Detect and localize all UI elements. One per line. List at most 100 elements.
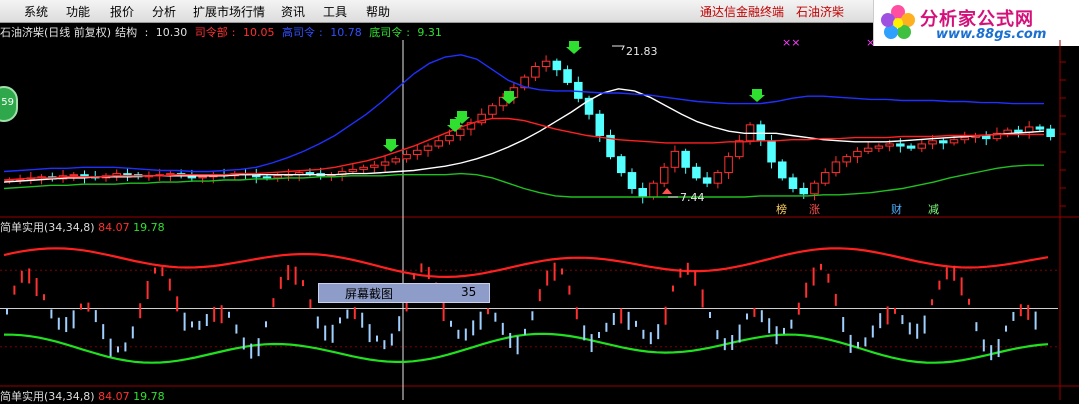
oscillator-stick (198, 320, 201, 330)
candle-body (713, 172, 723, 184)
oscillator-stick (257, 338, 260, 357)
oscillator-stick (635, 320, 637, 327)
oscillator-stick (916, 323, 919, 339)
oscillator-stick (279, 276, 282, 289)
candle-body (69, 174, 79, 177)
oscillator-stick (1019, 304, 1022, 317)
candle-body (531, 66, 540, 78)
series-line-高司令 (3, 54, 1044, 173)
oscillator-stick (1012, 311, 1015, 321)
candle-body (820, 172, 830, 184)
candle-body (262, 176, 272, 179)
oscillator-stick (154, 267, 156, 274)
candle-body (724, 156, 733, 174)
sub1-name: 简单实用(34,34,8) (0, 221, 95, 234)
oscillator-stick (531, 311, 534, 321)
oscillator-stick (553, 262, 556, 281)
oscillator-stick (709, 312, 711, 319)
oscillator-stick (368, 324, 371, 343)
oscillator-stick (805, 282, 808, 298)
oscillator-stick (6, 308, 8, 315)
oscillator-stick (775, 326, 778, 345)
oscillator-stick (250, 343, 253, 359)
candle-body (595, 113, 605, 136)
candle-body (735, 140, 744, 158)
candle-body (702, 177, 712, 184)
event-marker-3: 减 (928, 203, 939, 216)
oscillator-stick (509, 332, 512, 348)
oscillator-stick (131, 326, 134, 339)
candle-body (305, 172, 315, 175)
candle-body (681, 150, 690, 168)
candle-body (423, 145, 433, 151)
oscillator-stick (472, 320, 475, 336)
oscillator-stick (894, 307, 896, 314)
oscillator-stick (701, 289, 704, 308)
candle-body (434, 140, 444, 147)
oscillator-stick (931, 299, 933, 306)
oscillator-stick (501, 322, 504, 335)
oscillator-stick (183, 312, 186, 331)
oscillator-stick (975, 322, 978, 332)
oscillator-stick (87, 302, 90, 312)
oscillator-stick (812, 267, 815, 286)
candle-body (1046, 128, 1055, 138)
oscillator-stick (997, 339, 1000, 358)
oscillator-stick (746, 313, 748, 320)
candle-body (659, 166, 669, 184)
oscillator-stick (353, 307, 356, 320)
candle-body (874, 145, 884, 149)
oscillator-stick (242, 337, 245, 350)
oscillator-stick (35, 278, 38, 297)
oscillator-stick (612, 312, 615, 325)
oscillator-stick (265, 321, 267, 328)
oscillator-stick (953, 265, 956, 281)
oscillator-stick (94, 310, 97, 323)
candle-body (273, 175, 282, 179)
candle-body (574, 81, 583, 99)
oscillator-stick (494, 312, 497, 322)
oscillator-stick (272, 298, 275, 308)
oscillator-stick (450, 320, 452, 327)
oscillator-stick (568, 285, 571, 295)
oscillator-stick (294, 266, 297, 285)
oscillator-stick (561, 268, 563, 275)
oscillator-stick (871, 325, 874, 338)
oscillator-stick (383, 340, 386, 350)
oscillator-stick (760, 310, 763, 323)
candle-body (1035, 126, 1045, 130)
oscillator-stick (205, 314, 208, 327)
oscillator-stick (598, 331, 600, 338)
kline-chart[interactable]: 21.837.44榜涨财减×× × (0, 0, 1079, 400)
candle-body (370, 164, 379, 168)
oscillator-stick (938, 280, 941, 290)
oscillator-stick (672, 285, 674, 292)
oscillator-stick (420, 263, 423, 273)
oscillator-stick (538, 289, 541, 302)
candle-body (198, 176, 207, 179)
oscillator-stick (664, 306, 667, 325)
oscillator-stick (620, 308, 623, 324)
oscillator-stick (65, 317, 68, 333)
sub2-name: 简单实用(34,34,8) (0, 390, 95, 403)
buy-signal-arrow-icon (383, 139, 399, 152)
candle-body (638, 187, 647, 198)
screenshot-value: 35 (461, 285, 477, 299)
candle-body (788, 177, 798, 189)
high-price-label: 21.83 (626, 45, 658, 58)
oscillator-stick (339, 317, 341, 324)
oscillator-stick (213, 306, 216, 322)
sub-indicator-1-info: 简单实用(34,34,8) 84.07 19.78 (0, 219, 165, 235)
candle-body (842, 156, 851, 163)
oscillator-stick (1005, 325, 1007, 332)
candle-body (928, 140, 937, 145)
oscillator-stick (834, 293, 837, 306)
oscillator-stick (324, 325, 327, 341)
oscillator-stick (820, 263, 822, 270)
screenshot-label: 屏幕截图 (345, 287, 394, 301)
oscillator-stick (361, 312, 364, 328)
oscillator-stick (427, 267, 430, 280)
oscillator-stick (945, 267, 948, 280)
candle-body (455, 128, 465, 136)
oscillator-stick (753, 307, 756, 317)
